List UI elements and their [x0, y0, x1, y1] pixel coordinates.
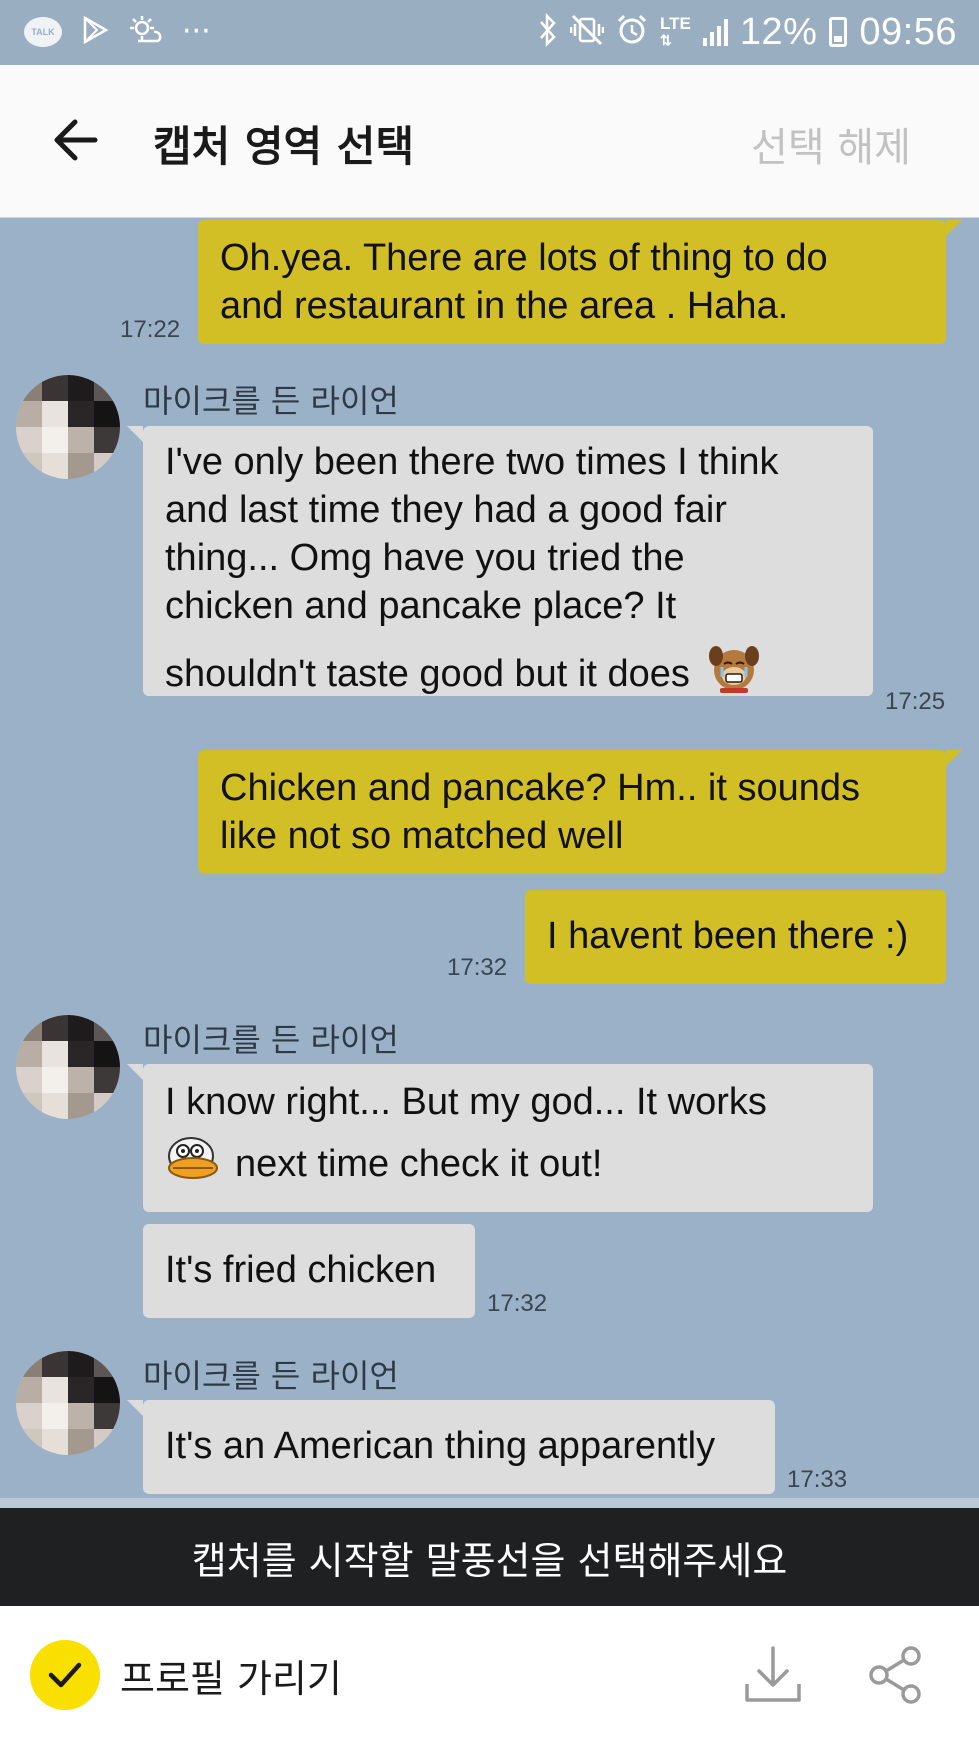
message-line: next time check it out!	[235, 1143, 603, 1185]
message-line: thing... Omg have you tried the	[165, 537, 685, 579]
talk-icon: TALK	[24, 17, 62, 47]
message-line: and restaurant in the area . Haha.	[220, 285, 789, 327]
pixelated-profile-image	[16, 1015, 120, 1119]
alarm-icon	[616, 14, 648, 50]
instruction-text: 캡처를 시작할 말풍선을 선택해주세요	[191, 1538, 788, 1583]
other-message-bubble[interactable]: It's fried chicken	[143, 1224, 475, 1318]
system-indicators: LTE ⇅ 12% 09:56	[538, 10, 957, 54]
message-line: Oh.yea. There are lots of thing to do	[220, 237, 828, 279]
deselect-button[interactable]: 선택 해제	[751, 115, 911, 173]
talk-badge-text: TALK	[31, 27, 55, 37]
lte-indicator: LTE ⇅	[659, 14, 691, 48]
bubble-tail	[127, 1064, 143, 1080]
sender-name: 마이크를 든 라이언	[143, 1021, 399, 1059]
hide-profile-label: 프로필 가리기	[120, 1656, 342, 1701]
other-message-bubble[interactable]: I know right... But my god... It works n…	[143, 1064, 873, 1212]
more-dots-icon: ···	[182, 14, 211, 49]
message-time: 17:32	[447, 954, 508, 981]
other-message-bubble[interactable]: It's an American thing apparently	[143, 1400, 775, 1494]
battery-icon	[829, 17, 848, 47]
instruction-banner: 캡처를 시작할 말풍선을 선택해주세요	[0, 1508, 979, 1606]
message-time: 17:32	[487, 1290, 548, 1317]
message-line: like not so matched well	[220, 815, 624, 857]
sender-name: 마이크를 든 라이언	[143, 1357, 399, 1395]
other-message-bubble[interactable]: I've only been there two times I think a…	[143, 426, 873, 696]
bluetooth-icon	[538, 12, 558, 51]
my-message-bubble[interactable]: Chicken and pancake? Hm.. it sounds like…	[198, 750, 946, 874]
message-time: 17:25	[885, 688, 946, 715]
lte-text: LTE	[659, 14, 691, 33]
avatar[interactable]	[16, 375, 120, 479]
app-header: 캡처 영역 선택 선택 해제	[0, 65, 979, 218]
message-line: I've only been there two times I think	[165, 441, 779, 483]
back-arrow-icon	[54, 119, 98, 161]
capture-screen: TALK ··· LTE ⇅ 12% 09:56 캡처 영역 선택 선택 해제 …	[0, 0, 979, 1742]
back-button[interactable]	[40, 105, 110, 175]
message-line: shouldn't taste good but it does	[165, 653, 690, 695]
download-icon	[745, 1646, 801, 1702]
page-title: 캡처 영역 선택	[153, 122, 415, 171]
message-line: I know right... But my god... It works	[165, 1081, 767, 1123]
share-button[interactable]	[862, 1642, 928, 1708]
battery-percent: 12%	[739, 10, 818, 53]
duck-emoticon	[165, 1134, 221, 1194]
checkmark-icon	[30, 1640, 100, 1710]
bubble-tail	[127, 426, 143, 442]
message-line: Chicken and pancake? Hm.. it sounds	[220, 767, 861, 809]
message-time: 17:22	[120, 316, 181, 343]
bubble-tail	[946, 750, 962, 766]
my-message-bubble[interactable]: I havent been there :)	[525, 890, 946, 984]
status-bar: TALK ··· LTE ⇅ 12% 09:56	[0, 0, 979, 65]
pixelated-profile-image	[16, 375, 120, 479]
weather-icon	[128, 15, 164, 49]
bottom-toolbar: 프로필 가리기	[0, 1606, 979, 1742]
message-time: 17:33	[787, 1466, 848, 1493]
message-line: chicken and pancake place? It	[165, 585, 677, 627]
avatar[interactable]	[16, 1351, 120, 1455]
bubble-tail	[946, 220, 962, 236]
message-line: and last time they had a good fair	[165, 489, 727, 531]
play-store-icon	[80, 15, 110, 49]
clock: 09:56	[859, 10, 957, 53]
chat-edge-divider	[0, 1498, 979, 1508]
my-message-bubble[interactable]: Oh.yea. There are lots of thing to do an…	[198, 220, 946, 344]
message-line: It's an American thing apparently	[165, 1425, 716, 1467]
signal-icon	[702, 18, 728, 46]
sender-name: 마이크를 든 라이언	[143, 382, 399, 420]
pixelated-profile-image	[16, 1351, 120, 1455]
hide-profile-toggle[interactable]: 프로필 가리기	[30, 1640, 342, 1710]
message-line: It's fried chicken	[165, 1249, 437, 1291]
crying-dog-emoticon	[708, 640, 760, 708]
vibrate-mute-icon	[569, 14, 605, 50]
chat-area[interactable]: Oh.yea. There are lots of thing to do an…	[0, 218, 979, 1498]
notification-icons: TALK ···	[24, 12, 211, 52]
bubble-tail	[127, 1400, 143, 1416]
message-line: I havent been there :)	[547, 915, 909, 957]
download-button[interactable]	[740, 1642, 806, 1708]
avatar[interactable]	[16, 1015, 120, 1119]
share-icon	[869, 1646, 921, 1704]
